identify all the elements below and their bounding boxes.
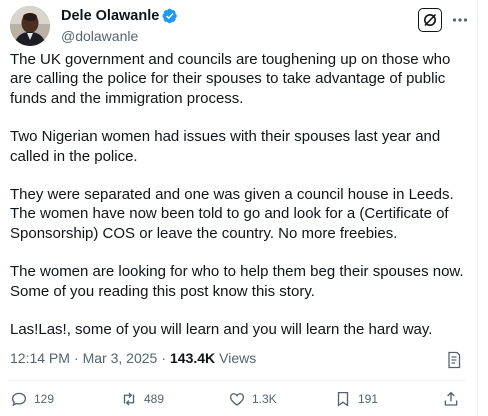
post-header: Dele Olawanle @dolawanle [10, 6, 468, 46]
avatar-image [10, 6, 50, 46]
share-icon [444, 391, 458, 406]
divider [10, 380, 466, 381]
post-date[interactable]: Mar 3, 2025 [83, 350, 158, 366]
verified-badge-icon[interactable] [162, 8, 178, 24]
more-dots-icon [452, 18, 468, 22]
grok-icon [424, 13, 437, 27]
post-container: Dele Olawanle @dolawanle The UK governme… [0, 0, 478, 416]
action-bar: 129 489 1.3K 191 [10, 388, 466, 412]
repost-icon [123, 392, 135, 406]
grok-button[interactable] [418, 8, 442, 32]
author-handle[interactable]: @dolawanle [61, 28, 138, 44]
reply-button[interactable]: 129 [10, 388, 54, 410]
more-options-button[interactable] [450, 10, 470, 30]
reply-count: 129 [34, 392, 55, 406]
views-label: Views [219, 350, 257, 366]
views-count: 143.4K [170, 350, 216, 366]
post-text: The UK government and councils are tough… [10, 50, 472, 358]
like-button[interactable]: 1.3K [228, 388, 277, 410]
meta-separator: · [73, 350, 79, 366]
bookmark-button[interactable]: 191 [334, 388, 378, 410]
post-paragraph: Las!Las!, some of you will learn and you… [10, 321, 433, 339]
post-paragraph: The women are looking for who to help th… [10, 263, 464, 300]
analytics-note-icon [448, 351, 461, 369]
author-name-row: Dele Olawanle [61, 8, 178, 24]
post-meta: 12:14 PM · Mar 3, 2025 · 143.4K Views [10, 350, 256, 366]
bookmark-icon [337, 391, 349, 407]
post-paragraph: They were separated and one was given a … [10, 186, 454, 242]
author-avatar[interactable] [10, 6, 50, 46]
heart-icon [229, 393, 245, 406]
repost-count: 489 [144, 392, 165, 406]
post-paragraph: The UK government and councils are tough… [10, 51, 451, 107]
share-button[interactable] [442, 388, 460, 410]
post-time[interactable]: 12:14 PM [10, 350, 70, 366]
repost-button[interactable]: 489 [120, 388, 164, 410]
post-paragraph: Two Nigerian women had issues with their… [10, 128, 441, 165]
post-analytics-button[interactable] [446, 351, 462, 369]
reply-icon [11, 392, 27, 407]
author-name[interactable]: Dele Olawanle [61, 8, 159, 24]
bookmark-count: 191 [358, 392, 379, 406]
meta-separator: · [161, 350, 166, 366]
like-count: 1.3K [252, 392, 277, 406]
